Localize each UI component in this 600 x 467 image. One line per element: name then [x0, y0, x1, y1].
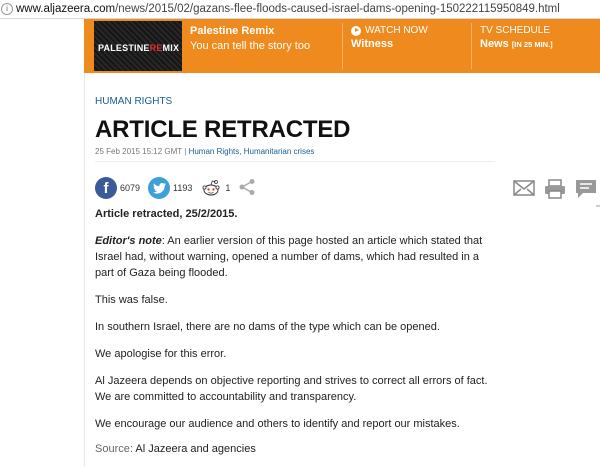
- article-body: Article retracted, 25/2/2015. Editor's n…: [95, 206, 495, 443]
- divider: [95, 161, 495, 162]
- paragraph: This was false.: [95, 294, 168, 306]
- paragraph: We apologise for this error.: [95, 348, 227, 360]
- article-meta: 25 Feb 2015 15:12 GMT | Human Rights, Hu…: [95, 147, 315, 156]
- palestine-remix-thumbnail[interactable]: PALESTINEREMIX: [94, 21, 182, 71]
- page-icon: i: [1, 3, 13, 15]
- tv-schedule-label[interactable]: TV SCHEDULE: [480, 25, 550, 36]
- article-source: Source: Al Jazeera and agencies: [95, 443, 256, 455]
- tv-schedule-show[interactable]: News [IN 25 MIN.]: [480, 38, 553, 50]
- play-icon: [351, 25, 361, 36]
- promo-logo: PALESTINEREMIX: [98, 43, 180, 53]
- orange-banner: PALESTINEREMIX Palestine Remix You can t…: [84, 19, 600, 73]
- article-container: HUMAN RIGHTS ARTICLE RETRACTED 25 Feb 20…: [84, 73, 600, 467]
- publish-date: 25 Feb 2015 15:12 GMT: [95, 147, 183, 156]
- article-tools: [513, 179, 597, 199]
- scroll-marker: [596, 205, 600, 207]
- watch-now-show[interactable]: Witness: [351, 38, 393, 50]
- retraction-lead: Article retracted, 25/2/2015.: [95, 208, 238, 220]
- promo-subtitle[interactable]: You can tell the story too: [190, 40, 310, 52]
- promo-title-link[interactable]: Palestine Remix: [190, 25, 274, 37]
- paragraph: Al Jazeera depends on objective reportin…: [95, 375, 488, 403]
- category-link[interactable]: HUMAN RIGHTS: [95, 96, 172, 107]
- facebook-icon[interactable]: f: [95, 177, 117, 199]
- banner-divider: [342, 23, 343, 69]
- twitter-icon[interactable]: [148, 177, 171, 199]
- facebook-count: 6079: [120, 183, 141, 193]
- print-icon[interactable]: [544, 179, 566, 199]
- banner-divider: [471, 23, 472, 69]
- reddit-count: 1: [225, 183, 231, 193]
- reddit-icon[interactable]: [200, 177, 223, 199]
- share-bar: f 6079 1193 1: [95, 177, 256, 199]
- article-headline: ARTICLE RETRACTED: [95, 116, 351, 143]
- share-icon[interactable]: [238, 178, 256, 198]
- watch-now-label[interactable]: WATCH NOW: [351, 25, 428, 36]
- url-text[interactable]: www.aljazeera.com/news/2015/02/gazans-fl…: [16, 3, 560, 15]
- paragraph: We encourage our audience and others to …: [95, 418, 460, 430]
- topic-links[interactable]: Human Rights, Humanitarian crises: [189, 147, 315, 156]
- comment-icon[interactable]: [575, 179, 597, 199]
- paragraph: In southern Israel, there are no dams of…: [95, 321, 440, 333]
- left-gutter: [0, 19, 84, 467]
- address-bar[interactable]: i www.aljazeera.com/news/2015/02/gazans-…: [0, 0, 600, 19]
- twitter-count: 1193: [173, 183, 193, 193]
- editor-note: Editor's note: An earlier version of thi…: [95, 235, 483, 279]
- email-icon[interactable]: [513, 179, 535, 199]
